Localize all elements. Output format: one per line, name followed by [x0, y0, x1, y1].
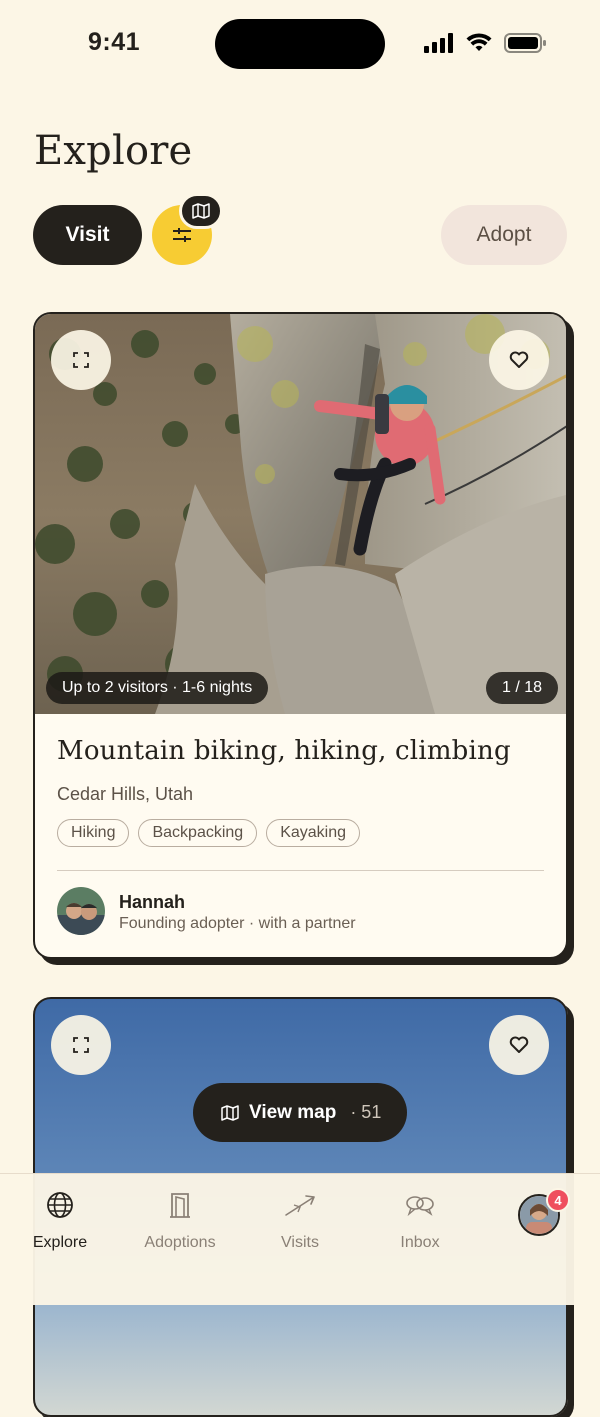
expand-button[interactable]: [51, 330, 111, 390]
visit-button[interactable]: Visit: [33, 205, 142, 265]
expand-button[interactable]: [51, 1015, 111, 1075]
expand-icon: [73, 1037, 89, 1053]
nav-label: Explore: [32, 1234, 88, 1251]
status-bar: 9:41: [0, 0, 600, 90]
status-time: 9:41: [88, 28, 141, 56]
heart-icon: [509, 1036, 529, 1053]
photo-counter: 1 / 18: [486, 672, 559, 704]
door-icon: [170, 1193, 190, 1218]
map-toggle-button[interactable]: [179, 193, 223, 229]
favorite-button[interactable]: [489, 1015, 549, 1075]
heart-icon: [509, 351, 529, 368]
climber-photo: [35, 314, 566, 714]
tag-item: Backpacking: [138, 819, 258, 847]
expand-icon: [73, 352, 89, 368]
nav-item-inbox[interactable]: Inbox: [360, 1188, 480, 1252]
adopt-button[interactable]: Adopt: [441, 205, 567, 265]
map-icon: [192, 203, 210, 219]
host-name: Hannah: [119, 892, 186, 912]
view-map-label: View map: [249, 1101, 337, 1123]
globe-icon: [47, 1192, 73, 1218]
divider: [57, 870, 544, 871]
nav-label: Adoptions: [144, 1234, 216, 1251]
capacity-pill: Up to 2 visitors · 1-6 nights: [46, 672, 269, 704]
view-map-button[interactable]: View map · 51: [193, 1083, 407, 1142]
battery-icon: [504, 33, 546, 53]
map-icon: [221, 1104, 239, 1121]
host-avatar[interactable]: [57, 887, 105, 935]
plane-icon: [285, 1195, 315, 1216]
bottom-nav: Explore Adoptions Visits Inbox 4: [0, 1173, 600, 1305]
page-title: Explore: [34, 128, 193, 174]
listing-location: Cedar Hills, Utah: [57, 784, 194, 804]
nav-item-visits[interactable]: Visits: [240, 1188, 360, 1252]
nav-label: Visits: [281, 1234, 319, 1251]
sliders-icon: [173, 228, 191, 242]
listing-photo[interactable]: Up to 2 visitors · 1-6 nights 1 / 18: [35, 314, 566, 714]
nav-item-explore[interactable]: Explore: [0, 1188, 120, 1252]
view-map-count: · 51: [350, 1102, 382, 1122]
dynamic-island: [215, 19, 385, 69]
tag-item: Hiking: [57, 819, 130, 847]
chat-icon: [406, 1196, 434, 1217]
tag-item: Kayaking: [266, 819, 361, 847]
cellular-signal-icon: [424, 33, 453, 53]
listing-card[interactable]: Up to 2 visitors · 1-6 nights 1 / 18 Mou…: [33, 312, 568, 959]
nav-label: Inbox: [400, 1234, 440, 1251]
status-icons: [424, 33, 546, 53]
nav-item-adoptions[interactable]: Adoptions: [120, 1188, 240, 1252]
notification-badge: 4: [546, 1188, 570, 1212]
host-meta: Founding adopter · with a partner: [119, 915, 356, 932]
tag-list: Hiking Backpacking Kayaking: [57, 819, 361, 847]
favorite-button[interactable]: [489, 330, 549, 390]
host-photo: [57, 887, 105, 935]
listing-title: Mountain biking, hiking, climbing: [57, 736, 511, 766]
wifi-icon: [466, 33, 492, 51]
